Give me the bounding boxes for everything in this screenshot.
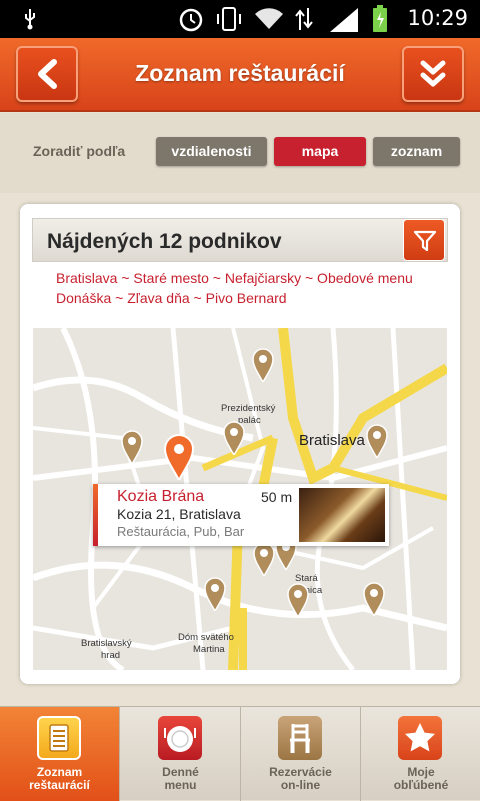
nav-label: on-line [280,778,321,792]
map-label-cathedral: Dóm svätého [178,632,234,643]
filter-icon [413,230,437,252]
restaurant-types: Reštaurácia, Pub, Bar [117,524,245,539]
nav-reservations[interactable]: Rezervácie on-line [241,707,361,801]
list-icon [37,716,81,760]
nav-label: menu [164,778,197,792]
restaurant-distance: 50 m [261,489,293,505]
menu-button[interactable] [402,46,464,102]
bottom-nav: Zoznam reštaurácií Denné menu Rezervácie on… [0,706,480,801]
header: Zoznam reštaurácií [0,38,480,112]
map-label-palace: Prezidentský [221,403,276,414]
restaurant-popup[interactable]: Kozia Brána 50 m Kozia 21, Bratislava Re… [93,484,389,546]
sort-distance-button[interactable]: vzdialenosti [156,137,267,166]
nav-daily-menu[interactable]: Denné menu [121,707,241,801]
nav-restaurant-list[interactable]: Zoznam reštaurácií [0,707,120,801]
nav-label: reštaurácií [29,778,90,792]
popup-accent-bar [93,484,98,546]
vibrate-icon [217,7,241,31]
nav-favorites[interactable]: Moje obľúbené [361,707,480,801]
nav-label: obľúbené [393,778,449,792]
sort-map-button[interactable]: mapa [274,137,366,166]
map-marker[interactable] [121,430,143,464]
data-icon [295,8,313,30]
battery-icon [373,5,387,32]
restaurant-name[interactable]: Kozia Brána [117,488,204,506]
star-icon [398,716,442,760]
wifi-icon [255,8,283,29]
selected-map-marker[interactable] [164,434,194,480]
map-marker[interactable] [363,582,385,616]
plate-icon [158,716,202,760]
map-marker[interactable] [366,424,388,458]
map-marker[interactable] [204,577,226,611]
sort-bar: Zoradiť podľa vzdialenosti mapa zoznam [0,113,480,193]
results-card: Nájdených 12 podnikov Bratislava ~ Staré… [20,204,460,684]
clock: 10:29 [407,6,468,30]
filter-tags-line[interactable]: Bratislava ~ Staré mesto ~ Nefajčiarsky … [56,268,456,288]
sort-list-button[interactable]: zoznam [373,137,460,166]
results-title: Nájdených 12 podnikov [47,230,282,253]
filter-button[interactable] [403,219,445,261]
restaurant-address: Kozia 21, Bratislava [117,506,241,522]
restaurant-photo[interactable] [299,488,385,542]
map-label-city: Bratislava [299,432,366,449]
map-view[interactable]: Bratislava Dóm svätého Martina Bratislav… [33,328,447,670]
chair-icon [278,716,322,760]
filter-tags-line[interactable]: Donáška ~ Zľava dňa ~ Pivo Bernard [56,288,456,308]
results-header: Nájdených 12 podnikov [32,218,448,262]
active-filters[interactable]: Bratislava ~ Staré mesto ~ Nefajčiarsky … [56,268,456,308]
map-marker[interactable] [252,348,274,382]
map-marker[interactable] [253,542,275,576]
signal-icon [330,8,358,32]
map-marker[interactable] [287,583,309,617]
alarm-icon [179,8,203,32]
sort-label: Zoradiť podľa [33,143,126,159]
usb-icon [25,9,35,30]
map-marker[interactable] [223,421,245,455]
map-label-castle-2: hrad [101,650,120,661]
status-bar: 10:29 [0,0,480,38]
map-label-castle: Bratislavský [81,638,132,649]
map-label-cathedral-2: Martina [193,644,225,655]
double-chevron-down-icon [420,60,446,87]
